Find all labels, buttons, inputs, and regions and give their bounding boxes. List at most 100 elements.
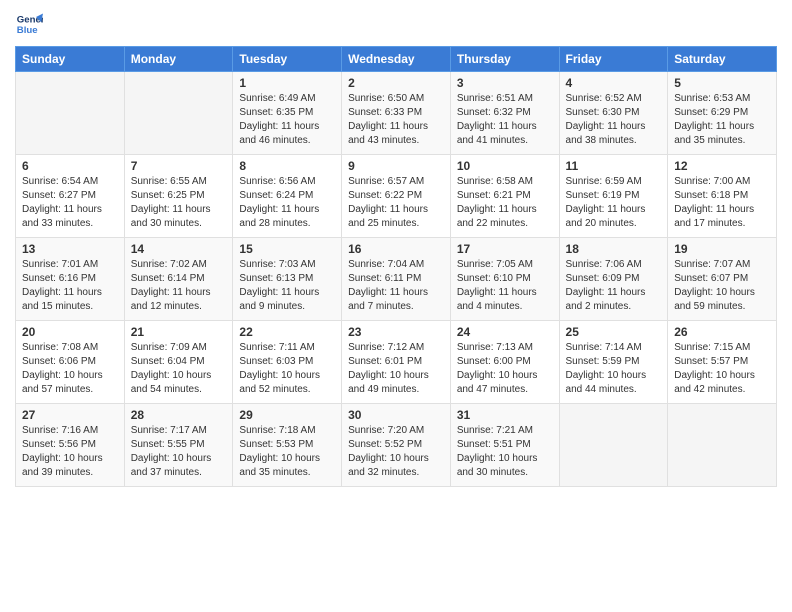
day-number: 11 <box>566 159 662 173</box>
day-number: 8 <box>239 159 335 173</box>
cell-content: Sunrise: 6:57 AMSunset: 6:22 PMDaylight:… <box>348 175 444 231</box>
day-number: 21 <box>131 325 227 339</box>
day-header-wednesday: Wednesday <box>342 47 451 72</box>
calendar-cell: 29 Sunrise: 7:18 AMSunset: 5:53 PMDayligh… <box>233 404 342 487</box>
calendar-week-3: 13 Sunrise: 7:01 AMSunset: 6:16 PMDayligh… <box>16 238 777 321</box>
day-number: 26 <box>674 325 770 339</box>
day-header-monday: Monday <box>124 47 233 72</box>
logo: General Blue <box>15 10 47 38</box>
cell-content: Sunrise: 6:50 AMSunset: 6:33 PMDaylight:… <box>348 92 444 148</box>
calendar-cell: 6 Sunrise: 6:54 AMSunset: 6:27 PMDaylight… <box>16 155 125 238</box>
cell-content: Sunrise: 6:52 AMSunset: 6:30 PMDaylight:… <box>566 92 662 148</box>
cell-content: Sunrise: 7:02 AMSunset: 6:14 PMDaylight:… <box>131 258 227 314</box>
svg-text:Blue: Blue <box>17 25 38 36</box>
calendar-cell: 17 Sunrise: 7:05 AMSunset: 6:10 PMDayligh… <box>450 238 559 321</box>
cell-content: Sunrise: 7:13 AMSunset: 6:00 PMDaylight:… <box>457 341 553 397</box>
cell-content: Sunrise: 7:18 AMSunset: 5:53 PMDaylight:… <box>239 424 335 480</box>
calendar-cell <box>124 72 233 155</box>
day-header-friday: Friday <box>559 47 668 72</box>
day-number: 6 <box>22 159 118 173</box>
cell-content: Sunrise: 7:01 AMSunset: 6:16 PMDaylight:… <box>22 258 118 314</box>
calendar-cell: 7 Sunrise: 6:55 AMSunset: 6:25 PMDaylight… <box>124 155 233 238</box>
day-number: 28 <box>131 408 227 422</box>
calendar-cell <box>16 72 125 155</box>
day-number: 31 <box>457 408 553 422</box>
cell-content: Sunrise: 7:00 AMSunset: 6:18 PMDaylight:… <box>674 175 770 231</box>
calendar-week-4: 20 Sunrise: 7:08 AMSunset: 6:06 PMDayligh… <box>16 321 777 404</box>
calendar-cell: 15Sunrise: 7:03 AMSunset: 6:13 PMDayligh… <box>233 238 342 321</box>
cell-content: Sunrise: 6:56 AMSunset: 6:24 PMDaylight:… <box>239 175 335 231</box>
day-number: 12 <box>674 159 770 173</box>
day-number: 29 <box>239 408 335 422</box>
calendar-cell: 28 Sunrise: 7:17 AMSunset: 5:55 PMDayligh… <box>124 404 233 487</box>
calendar-cell: 16 Sunrise: 7:04 AMSunset: 6:11 PMDayligh… <box>342 238 451 321</box>
day-number: 4 <box>566 76 662 90</box>
day-number: 25 <box>566 325 662 339</box>
calendar-week-5: 27Sunrise: 7:16 AMSunset: 5:56 PMDayligh… <box>16 404 777 487</box>
header: General Blue <box>15 10 777 38</box>
day-number: 27 <box>22 408 118 422</box>
cell-content: Sunrise: 6:49 AMSunset: 6:35 PMDaylight:… <box>239 92 335 148</box>
day-number: 22 <box>239 325 335 339</box>
day-header-thursday: Thursday <box>450 47 559 72</box>
calendar-cell: 24 Sunrise: 7:13 AMSunset: 6:00 PMDayligh… <box>450 321 559 404</box>
calendar-page: General Blue SundayMondayTuesdayWednesda… <box>0 0 792 502</box>
logo-icon: General Blue <box>15 10 43 38</box>
calendar-cell: 9Sunrise: 6:57 AMSunset: 6:22 PMDaylight… <box>342 155 451 238</box>
calendar-cell: 27Sunrise: 7:16 AMSunset: 5:56 PMDayligh… <box>16 404 125 487</box>
cell-content: Sunrise: 7:20 AMSunset: 5:52 PMDaylight:… <box>348 424 444 480</box>
cell-content: Sunrise: 6:59 AMSunset: 6:19 PMDaylight:… <box>566 175 662 231</box>
calendar-cell: 22Sunrise: 7:11 AMSunset: 6:03 PMDayligh… <box>233 321 342 404</box>
calendar-week-1: 1 Sunrise: 6:49 AMSunset: 6:35 PMDaylight… <box>16 72 777 155</box>
day-number: 20 <box>22 325 118 339</box>
cell-content: Sunrise: 7:17 AMSunset: 5:55 PMDaylight:… <box>131 424 227 480</box>
day-number: 17 <box>457 242 553 256</box>
calendar-cell <box>559 404 668 487</box>
day-number: 19 <box>674 242 770 256</box>
cell-content: Sunrise: 6:51 AMSunset: 6:32 PMDaylight:… <box>457 92 553 148</box>
cell-content: Sunrise: 7:14 AMSunset: 5:59 PMDaylight:… <box>566 341 662 397</box>
day-number: 30 <box>348 408 444 422</box>
day-number: 18 <box>566 242 662 256</box>
cell-content: Sunrise: 7:09 AMSunset: 6:04 PMDaylight:… <box>131 341 227 397</box>
calendar-cell: 2Sunrise: 6:50 AMSunset: 6:33 PMDaylight… <box>342 72 451 155</box>
day-number: 16 <box>348 242 444 256</box>
calendar-cell <box>668 404 777 487</box>
calendar-cell: 12 Sunrise: 7:00 AMSunset: 6:18 PMDayligh… <box>668 155 777 238</box>
cell-content: Sunrise: 6:55 AMSunset: 6:25 PMDaylight:… <box>131 175 227 231</box>
calendar-cell: 3 Sunrise: 6:51 AMSunset: 6:32 PMDaylight… <box>450 72 559 155</box>
cell-content: Sunrise: 7:08 AMSunset: 6:06 PMDaylight:… <box>22 341 118 397</box>
calendar-table: SundayMondayTuesdayWednesdayThursdayFrid… <box>15 46 777 487</box>
day-number: 23 <box>348 325 444 339</box>
day-number: 7 <box>131 159 227 173</box>
cell-content: Sunrise: 7:07 AMSunset: 6:07 PMDaylight:… <box>674 258 770 314</box>
calendar-cell: 18 Sunrise: 7:06 AMSunset: 6:09 PMDayligh… <box>559 238 668 321</box>
calendar-cell: 26 Sunrise: 7:15 AMSunset: 5:57 PMDayligh… <box>668 321 777 404</box>
day-header-sunday: Sunday <box>16 47 125 72</box>
calendar-cell: 5Sunrise: 6:53 AMSunset: 6:29 PMDaylight… <box>668 72 777 155</box>
day-number: 10 <box>457 159 553 173</box>
calendar-cell: 1 Sunrise: 6:49 AMSunset: 6:35 PMDaylight… <box>233 72 342 155</box>
calendar-cell: 14 Sunrise: 7:02 AMSunset: 6:14 PMDayligh… <box>124 238 233 321</box>
calendar-cell: 10Sunrise: 6:58 AMSunset: 6:21 PMDayligh… <box>450 155 559 238</box>
calendar-cell: 8 Sunrise: 6:56 AMSunset: 6:24 PMDaylight… <box>233 155 342 238</box>
header-row: SundayMondayTuesdayWednesdayThursdayFrid… <box>16 47 777 72</box>
day-header-saturday: Saturday <box>668 47 777 72</box>
day-number: 24 <box>457 325 553 339</box>
cell-content: Sunrise: 7:04 AMSunset: 6:11 PMDaylight:… <box>348 258 444 314</box>
cell-content: Sunrise: 7:03 AMSunset: 6:13 PMDaylight:… <box>239 258 335 314</box>
day-number: 3 <box>457 76 553 90</box>
cell-content: Sunrise: 6:54 AMSunset: 6:27 PMDaylight:… <box>22 175 118 231</box>
calendar-cell: 31Sunrise: 7:21 AMSunset: 5:51 PMDayligh… <box>450 404 559 487</box>
day-number: 14 <box>131 242 227 256</box>
day-number: 1 <box>239 76 335 90</box>
cell-content: Sunrise: 7:15 AMSunset: 5:57 PMDaylight:… <box>674 341 770 397</box>
calendar-cell: 4 Sunrise: 6:52 AMSunset: 6:30 PMDaylight… <box>559 72 668 155</box>
cell-content: Sunrise: 7:06 AMSunset: 6:09 PMDaylight:… <box>566 258 662 314</box>
calendar-cell: 21 Sunrise: 7:09 AMSunset: 6:04 PMDayligh… <box>124 321 233 404</box>
calendar-cell: 30 Sunrise: 7:20 AMSunset: 5:52 PMDayligh… <box>342 404 451 487</box>
calendar-cell: 20 Sunrise: 7:08 AMSunset: 6:06 PMDayligh… <box>16 321 125 404</box>
day-number: 13 <box>22 242 118 256</box>
cell-content: Sunrise: 7:05 AMSunset: 6:10 PMDaylight:… <box>457 258 553 314</box>
day-header-tuesday: Tuesday <box>233 47 342 72</box>
